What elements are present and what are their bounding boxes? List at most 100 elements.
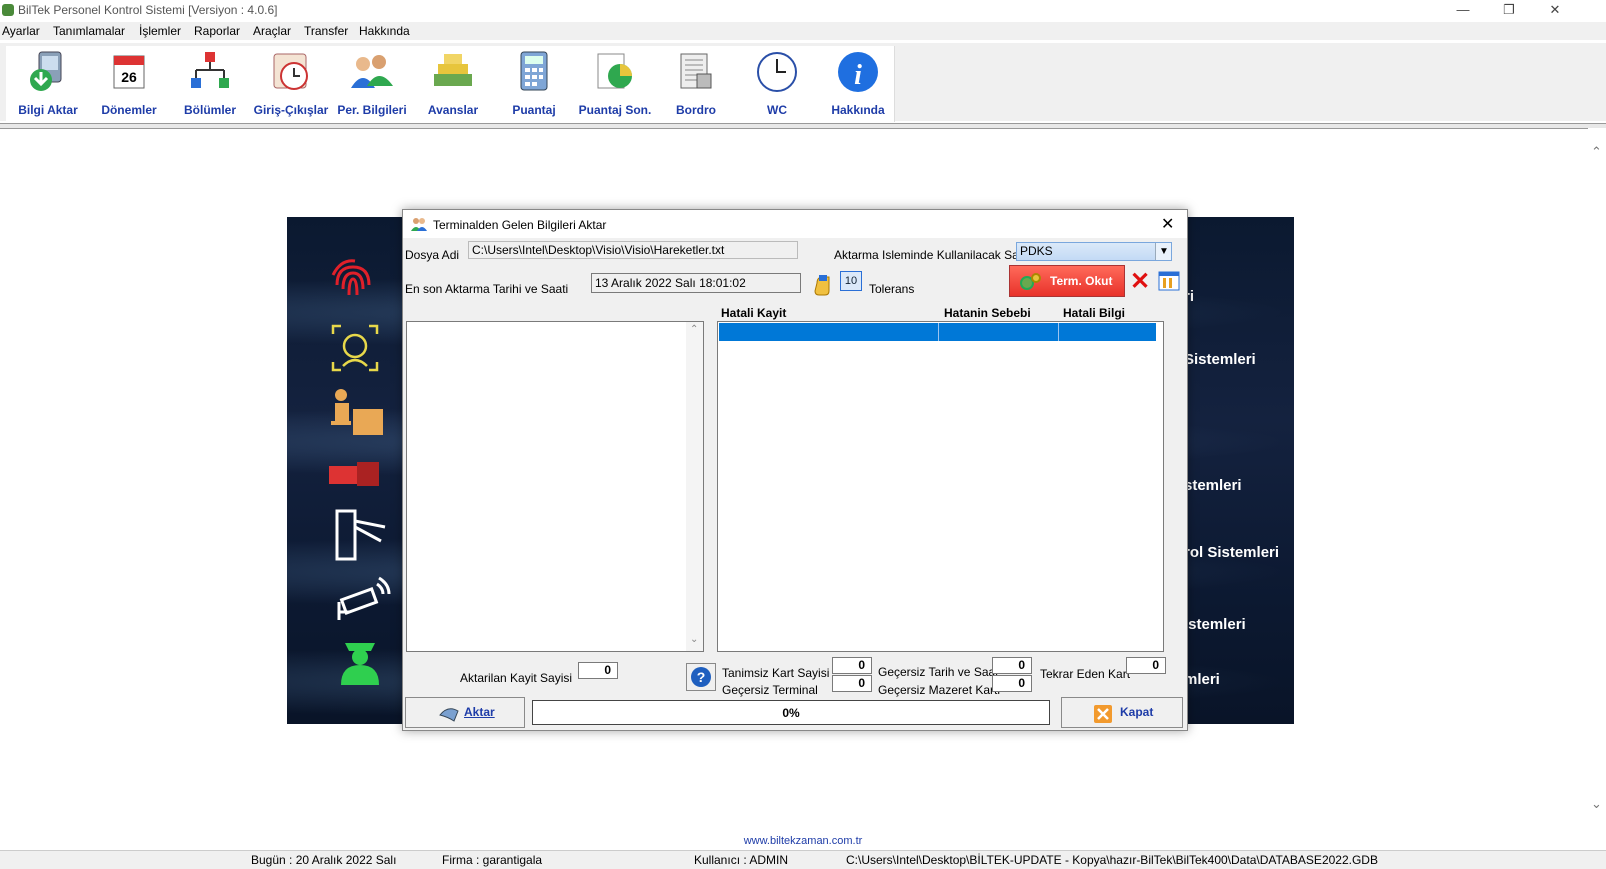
toolbar-label: Avanslar (427, 103, 479, 117)
transfer-button[interactable]: Aktar (405, 697, 525, 728)
invalid-datetime-label: Geçersiz Tarih ve Saat (878, 665, 999, 679)
invalid-datetime-count: 0 (992, 657, 1032, 674)
toolbar-wc-button[interactable]: WC (737, 48, 817, 120)
scroll-up-icon[interactable]: ⌃ (690, 324, 698, 335)
clock-select[interactable]: PDKS ▼ (1016, 242, 1172, 261)
restore-icon[interactable]: ❐ (1486, 0, 1532, 22)
progress-bar: 0% (532, 700, 1050, 725)
hand-pointer-icon[interactable] (813, 273, 833, 297)
close-icon[interactable]: ✕ (1532, 0, 1578, 22)
tolerance-value[interactable]: 10 (840, 271, 862, 291)
invalid-excuse-count: 0 (992, 675, 1032, 692)
fingerprint-icon (331, 259, 371, 296)
invalid-terminal-count: 0 (832, 675, 872, 692)
status-db-path: C:\Users\Intel\Desktop\BİLTEK-UPDATE - K… (846, 853, 1378, 867)
toolbar-per-bilgileri-button[interactable]: Per. Bilgileri (332, 48, 412, 120)
turnstile-icon (335, 509, 386, 561)
file-label: Dosya Adi (405, 248, 460, 262)
toolbar-label: WC (767, 103, 787, 117)
table-cell (1058, 323, 1059, 341)
menu-transfer[interactable]: Transfer (304, 24, 348, 38)
help-icon[interactable]: ? (686, 663, 716, 691)
pie-chart-icon (597, 53, 632, 89)
menu-ayarlar[interactable]: Ayarlar (2, 24, 40, 38)
status-bar: Bugün : 20 Aralık 2022 Salı Firma : gara… (0, 850, 1606, 869)
repeat-card-count: 0 (1126, 657, 1166, 674)
transfer-label: Aktar (464, 705, 495, 719)
status-company: Firma : garantigala (442, 853, 543, 867)
scroll-down-icon[interactable]: ⌄ (1591, 796, 1602, 812)
dialog-title: Terminalden Gelen Bilgileri Aktar (433, 218, 607, 232)
table-header: Hatali Kayit (721, 306, 787, 320)
dialog-close-icon[interactable]: ✕ (1161, 214, 1174, 234)
toolbar-hakkinda-button[interactable]: i Hakkında (818, 48, 898, 120)
toolbar-puantaj-son-button[interactable]: Puantaj Son. (575, 48, 655, 120)
clock-icon (273, 53, 308, 90)
banner-text: stemleri (1184, 477, 1242, 494)
transfer-icon (439, 708, 459, 722)
dialog-title-bar: Terminalden Gelen Bilgileri Aktar ✕ (403, 210, 1187, 238)
menu-islemler[interactable]: İşlemler (139, 24, 181, 38)
error-records-table[interactable] (717, 321, 1164, 652)
table-row[interactable] (719, 323, 1156, 341)
toolbar-puantaj-button[interactable]: Puantaj (494, 48, 574, 120)
toolbar-label: Giriş-Çıkışlar (253, 103, 329, 117)
list-scrollbar[interactable]: ⌃ ⌄ (686, 322, 703, 651)
read-terminal-button[interactable]: Term. Okut (1009, 265, 1125, 297)
toolbar-bordro-button[interactable]: Bordro (656, 48, 736, 120)
banner-text: mleri (1184, 671, 1220, 688)
scroll-down-icon[interactable]: ⌄ (690, 634, 698, 645)
toolbar-label: Bordro (676, 103, 716, 117)
toolbar-label: Bölümler (183, 103, 236, 117)
title-bar: BilTek Personel Kontrol Sistemi [Versiyo… (0, 0, 1606, 22)
download-device-icon (30, 51, 62, 91)
minimize-icon[interactable]: — (1440, 0, 1486, 22)
transferred-records-list[interactable]: ⌃ ⌄ (406, 321, 704, 652)
transfer-dialog: Terminalden Gelen Bilgileri Aktar ✕ Dosy… (402, 209, 1188, 731)
toolbar-giris-cikislar-button[interactable]: Giriş-Çıkışlar (251, 48, 331, 120)
menu-tanimlamalar[interactable]: Tanımlamalar (53, 24, 125, 38)
file-path-field[interactable]: C:\Users\Intel\Desktop\Visio\Visio\Harek… (468, 241, 798, 259)
main-scrollbar[interactable]: ⌃ ⌄ (1588, 128, 1606, 812)
document-icon (680, 53, 712, 89)
info-icon: i (838, 52, 878, 92)
delete-icon[interactable]: ✕ (1130, 267, 1150, 296)
window-title: BilTek Personel Kontrol Sistemi [Versiyo… (18, 3, 278, 17)
website-link[interactable]: www.biltekzaman.com.tr (0, 835, 1606, 849)
banner-text: Sistemleri (1184, 351, 1256, 368)
table-header: Hatali Bilgi (1063, 306, 1126, 320)
read-terminal-label: Term. Okut (1050, 274, 1113, 288)
toolbar: Bilgi Aktar 26 Dönemler Bölümler Giriş-Ç… (6, 46, 895, 122)
columns-icon[interactable] (1158, 271, 1180, 291)
toolbar-bolumler-button[interactable]: Bölümler (170, 48, 250, 120)
wall-clock-icon (757, 52, 797, 92)
undefined-card-count: 0 (832, 657, 872, 674)
chevron-down-icon[interactable]: ▼ (1155, 243, 1171, 260)
toolbar-label: Hakkında (831, 103, 885, 117)
close-button[interactable]: Kapat (1061, 697, 1183, 728)
banner-text: rol Sistemleri (1184, 544, 1280, 561)
last-transfer-field[interactable]: 13 Aralık 2022 Salı 18:01:02 (591, 273, 801, 293)
menu-araclar[interactable]: Araçlar (253, 24, 291, 38)
table-header: Hatanin Sebebi (944, 306, 1031, 320)
security-camera-icon (337, 576, 391, 620)
transferred-count: 0 (578, 662, 618, 679)
people-icon (411, 218, 427, 231)
svg-text:i: i (854, 60, 862, 91)
security-guard-icon (341, 643, 379, 685)
toolbar-label: Bilgi Aktar (18, 103, 78, 117)
scroll-up-icon[interactable]: ⌃ (1591, 144, 1602, 160)
toolbar-avanslar-button[interactable]: Avanslar (413, 48, 493, 120)
calculator-icon (520, 51, 548, 91)
status-today: Bugün : 20 Aralık 2022 Salı (251, 853, 397, 867)
tolerance-label: Tolerans (869, 282, 915, 296)
menu-raporlar[interactable]: Raporlar (194, 24, 240, 38)
menu-hakkinda[interactable]: Hakkında (359, 24, 410, 38)
toolbar-donemler-button[interactable]: 26 Dönemler (89, 48, 169, 120)
banner-text: istemleri (1184, 616, 1246, 633)
card-reader-icon (329, 462, 379, 486)
toolbar-bilgi-aktar-button[interactable]: Bilgi Aktar (8, 48, 88, 120)
menu-bar: Ayarlar Tanımlamalar İşlemler Raporlar A… (0, 22, 1606, 40)
org-chart-icon (191, 52, 229, 88)
toolbar-label: Per. Bilgileri (337, 103, 407, 117)
